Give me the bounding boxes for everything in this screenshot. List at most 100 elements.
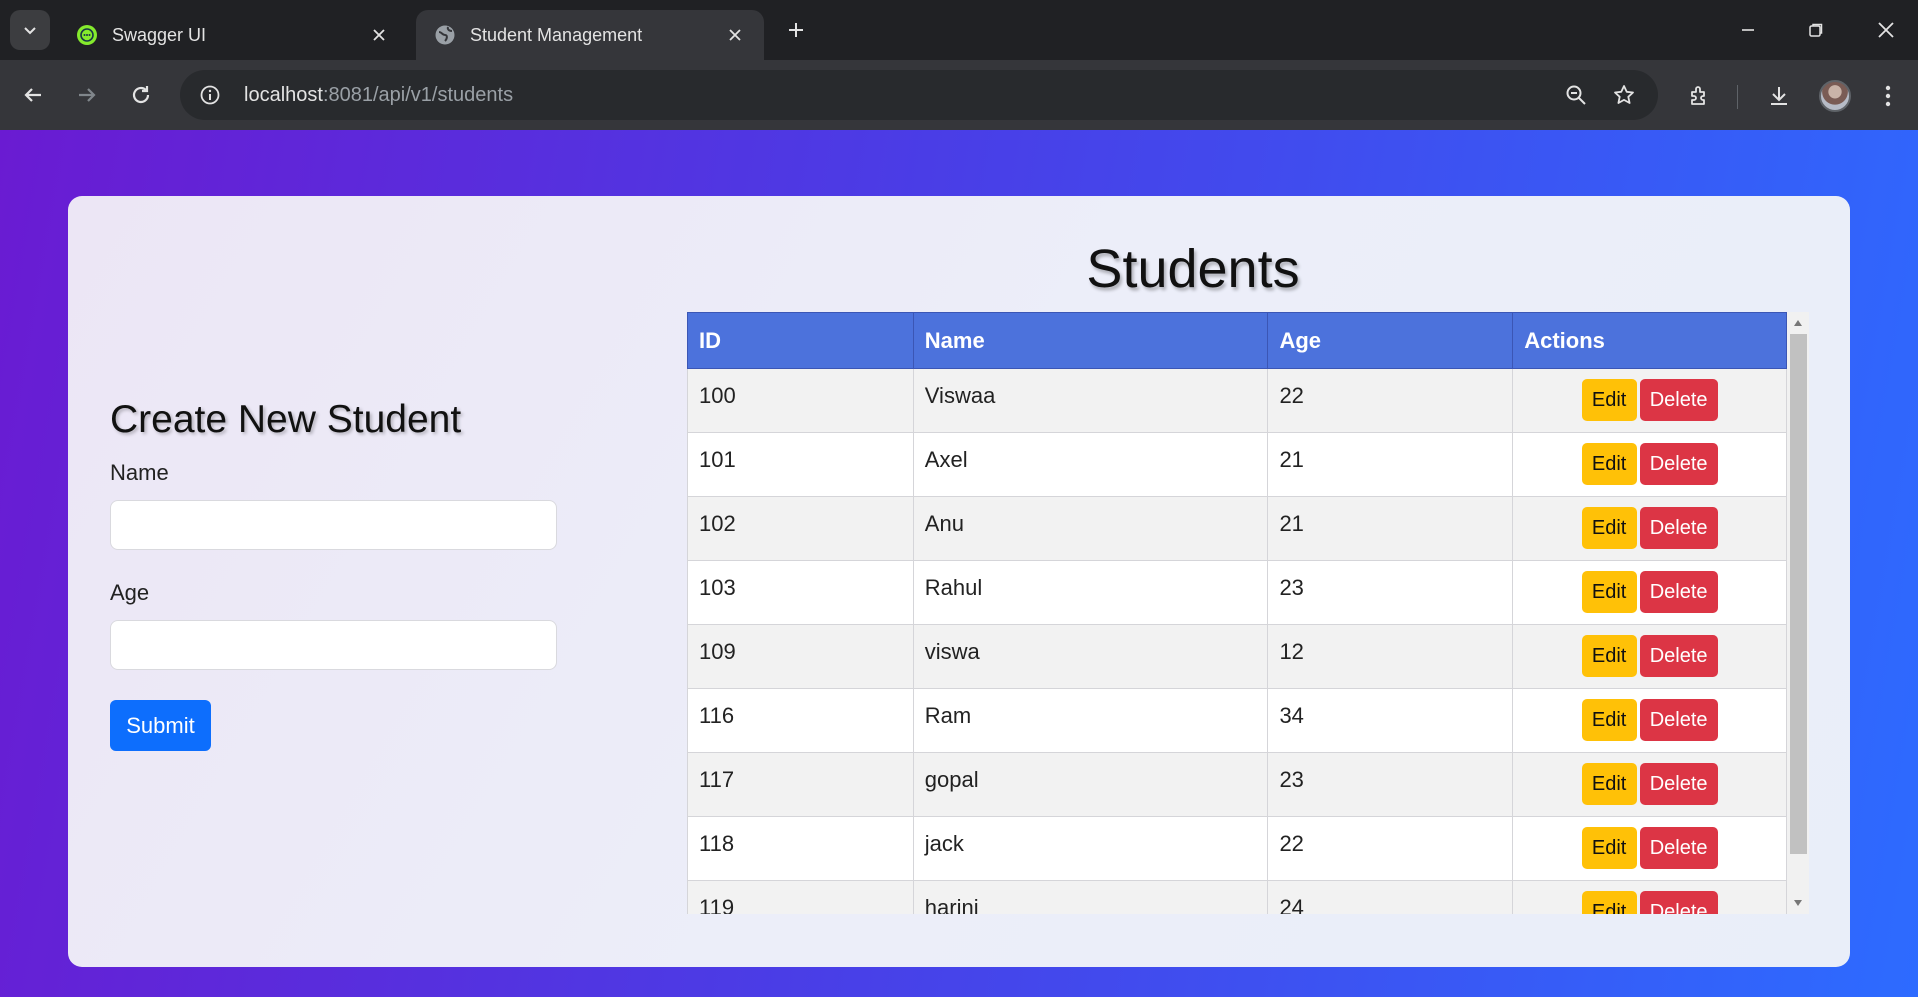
- cell-id: 117: [687, 752, 914, 817]
- tab-search-button[interactable]: [10, 10, 50, 50]
- edit-button[interactable]: Edit: [1581, 891, 1637, 914]
- site-info-button[interactable]: [188, 73, 232, 117]
- forward-button[interactable]: [66, 74, 108, 116]
- tab-student-management[interactable]: Student Management: [416, 10, 764, 60]
- cell-actions: Edit Delete: [1512, 496, 1787, 561]
- cell-id: 103: [687, 560, 914, 625]
- students-title: Students: [1086, 239, 1300, 299]
- downloads-button[interactable]: [1757, 74, 1801, 118]
- cell-age: 23: [1267, 560, 1514, 625]
- more-vert-icon: [1885, 85, 1891, 107]
- triangle-up-icon: [1794, 320, 1802, 326]
- extensions-button[interactable]: [1678, 74, 1722, 118]
- tab-swagger-ui[interactable]: Swagger UI: [58, 10, 408, 60]
- new-tab-button[interactable]: [780, 14, 812, 46]
- cell-name: Ram: [912, 688, 1269, 753]
- edit-button[interactable]: Edit: [1581, 699, 1637, 741]
- close-window-button[interactable]: [1864, 8, 1908, 52]
- table-scrollbar[interactable]: [1787, 312, 1809, 914]
- main-card: Create New Student Name Age Submit Stude…: [68, 196, 1850, 967]
- edit-button[interactable]: Edit: [1581, 379, 1637, 421]
- swagger-icon: [77, 25, 97, 45]
- cell-id: 100: [687, 368, 914, 433]
- cell-actions: Edit Delete: [1512, 752, 1787, 817]
- cell-age: 21: [1267, 432, 1514, 497]
- scroll-down-button[interactable]: [1787, 892, 1809, 914]
- cell-age: 21: [1267, 496, 1514, 561]
- delete-button[interactable]: Delete: [1639, 443, 1718, 485]
- cell-age: 22: [1267, 368, 1514, 433]
- table-header-row: ID Name Age Actions: [687, 312, 1787, 369]
- zoom-button[interactable]: [1554, 73, 1598, 117]
- cell-age: 24: [1267, 880, 1514, 914]
- students-table-container[interactable]: ID Name Age Actions 100 Viswaa 22 Edit De…: [687, 312, 1809, 914]
- cell-age: 23: [1267, 752, 1514, 817]
- restore-button[interactable]: [1794, 8, 1838, 52]
- close-tab-button[interactable]: [724, 24, 746, 46]
- minimize-button[interactable]: [1726, 8, 1770, 52]
- cell-id: 118: [687, 816, 914, 881]
- browser-toolbar: localhost:8081/api/v1/students: [0, 60, 1918, 130]
- edit-button[interactable]: Edit: [1581, 443, 1637, 485]
- cell-actions: Edit Delete: [1512, 624, 1787, 689]
- reload-button[interactable]: [120, 74, 162, 116]
- scrollbar-thumb[interactable]: [1790, 334, 1807, 854]
- column-header-actions: Actions: [1512, 312, 1787, 369]
- browser-menu-button[interactable]: [1866, 74, 1910, 118]
- age-label: Age: [110, 580, 150, 605]
- profile-avatar[interactable]: [1819, 80, 1851, 112]
- minimize-icon: [1742, 29, 1754, 31]
- url-host: localhost: [244, 83, 323, 106]
- info-icon: [200, 85, 220, 105]
- edit-button[interactable]: Edit: [1581, 635, 1637, 677]
- name-input[interactable]: [110, 500, 557, 550]
- table-row: 101 Axel 21 Edit Delete: [687, 432, 1787, 497]
- cell-age: 22: [1267, 816, 1514, 881]
- edit-button[interactable]: Edit: [1581, 763, 1637, 805]
- students-table: ID Name Age Actions 100 Viswaa 22 Edit De…: [687, 312, 1787, 914]
- edit-button[interactable]: Edit: [1581, 571, 1637, 613]
- delete-button[interactable]: Delete: [1639, 507, 1718, 549]
- delete-button[interactable]: Delete: [1639, 635, 1718, 677]
- cell-name: Rahul: [912, 560, 1269, 625]
- cell-age: 12: [1267, 624, 1514, 689]
- restore-icon: [1809, 23, 1823, 37]
- close-icon: [373, 29, 385, 41]
- bookmark-button[interactable]: [1602, 73, 1646, 117]
- cell-id: 101: [687, 432, 914, 497]
- name-label: Name: [110, 460, 169, 485]
- delete-button[interactable]: Delete: [1639, 699, 1718, 741]
- arrow-right-icon: [79, 88, 96, 102]
- scroll-up-button[interactable]: [1787, 312, 1809, 334]
- close-icon: [1878, 22, 1894, 38]
- edit-button[interactable]: Edit: [1581, 507, 1637, 549]
- cell-actions: Edit Delete: [1512, 816, 1787, 881]
- edit-button[interactable]: Edit: [1581, 827, 1637, 869]
- close-icon: [729, 29, 741, 41]
- cell-name: gopal: [912, 752, 1269, 817]
- triangle-down-icon: [1794, 900, 1802, 906]
- toolbar-divider: [1737, 85, 1738, 109]
- reload-icon: [132, 86, 150, 104]
- cell-name: jack: [912, 816, 1269, 881]
- address-bar[interactable]: localhost:8081/api/v1/students: [180, 70, 1658, 120]
- delete-button[interactable]: Delete: [1639, 763, 1718, 805]
- delete-button[interactable]: Delete: [1639, 379, 1718, 421]
- page-viewport: Create New Student Name Age Submit Stude…: [0, 130, 1918, 997]
- cell-id: 102: [687, 496, 914, 561]
- form-title: Create New Student: [110, 398, 462, 441]
- submit-button[interactable]: Submit: [110, 700, 211, 751]
- delete-button[interactable]: Delete: [1639, 891, 1718, 914]
- star-icon: [1614, 85, 1634, 104]
- delete-button[interactable]: Delete: [1639, 827, 1718, 869]
- delete-button[interactable]: Delete: [1639, 571, 1718, 613]
- table-row: 119 harini 24 Edit Delete: [687, 880, 1787, 914]
- tab-strip: Swagger UI Student Management: [0, 0, 1918, 60]
- close-tab-button[interactable]: [368, 24, 390, 46]
- age-input[interactable]: [110, 620, 557, 670]
- back-button[interactable]: [12, 74, 54, 116]
- table-row: 118 jack 22 Edit Delete: [687, 816, 1787, 881]
- cell-id: 116: [687, 688, 914, 753]
- tab-title: Swagger UI: [112, 24, 207, 45]
- column-header-id: ID: [687, 312, 914, 369]
